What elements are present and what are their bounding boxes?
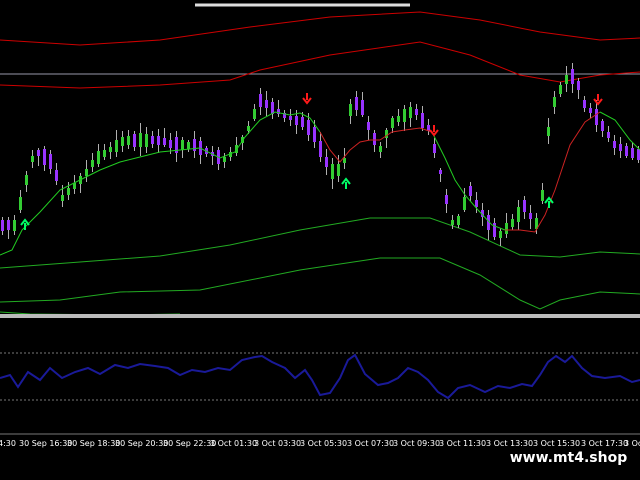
- time-axis-label: 30 Sep 20:30: [115, 439, 168, 448]
- time-axis-label: 30 Sep 16:30: [19, 439, 72, 448]
- watermark: www.mt4.shop: [497, 446, 640, 470]
- time-axis-label: 3 Oct 09:30: [393, 439, 440, 448]
- chart-window[interactable]: 4:30 30 Sep 16:30 30 Sep 18:30 30 Sep 20:30…: [0, 0, 640, 480]
- time-axis-label: 3 Oct 03:30: [254, 439, 301, 448]
- price-chart[interactable]: 4:30 30 Sep 16:3030 Sep 18:3030 Sep 20:30…: [0, 0, 640, 480]
- time-axis-label: 4:30: [0, 439, 16, 448]
- time-axis-label: 30 Sep 18:30: [67, 439, 120, 448]
- time-axis-label: 30 Sep 22:30: [163, 439, 216, 448]
- time-axis-label: 3 Oct 05:30: [300, 439, 347, 448]
- time-axis-label: 3 Oct 11:30: [439, 439, 486, 448]
- pane-separator[interactable]: [0, 314, 640, 318]
- time-axis-label: 3 Oct 01:30: [210, 439, 257, 448]
- time-axis-label: 3 Oct 07:30: [347, 439, 394, 448]
